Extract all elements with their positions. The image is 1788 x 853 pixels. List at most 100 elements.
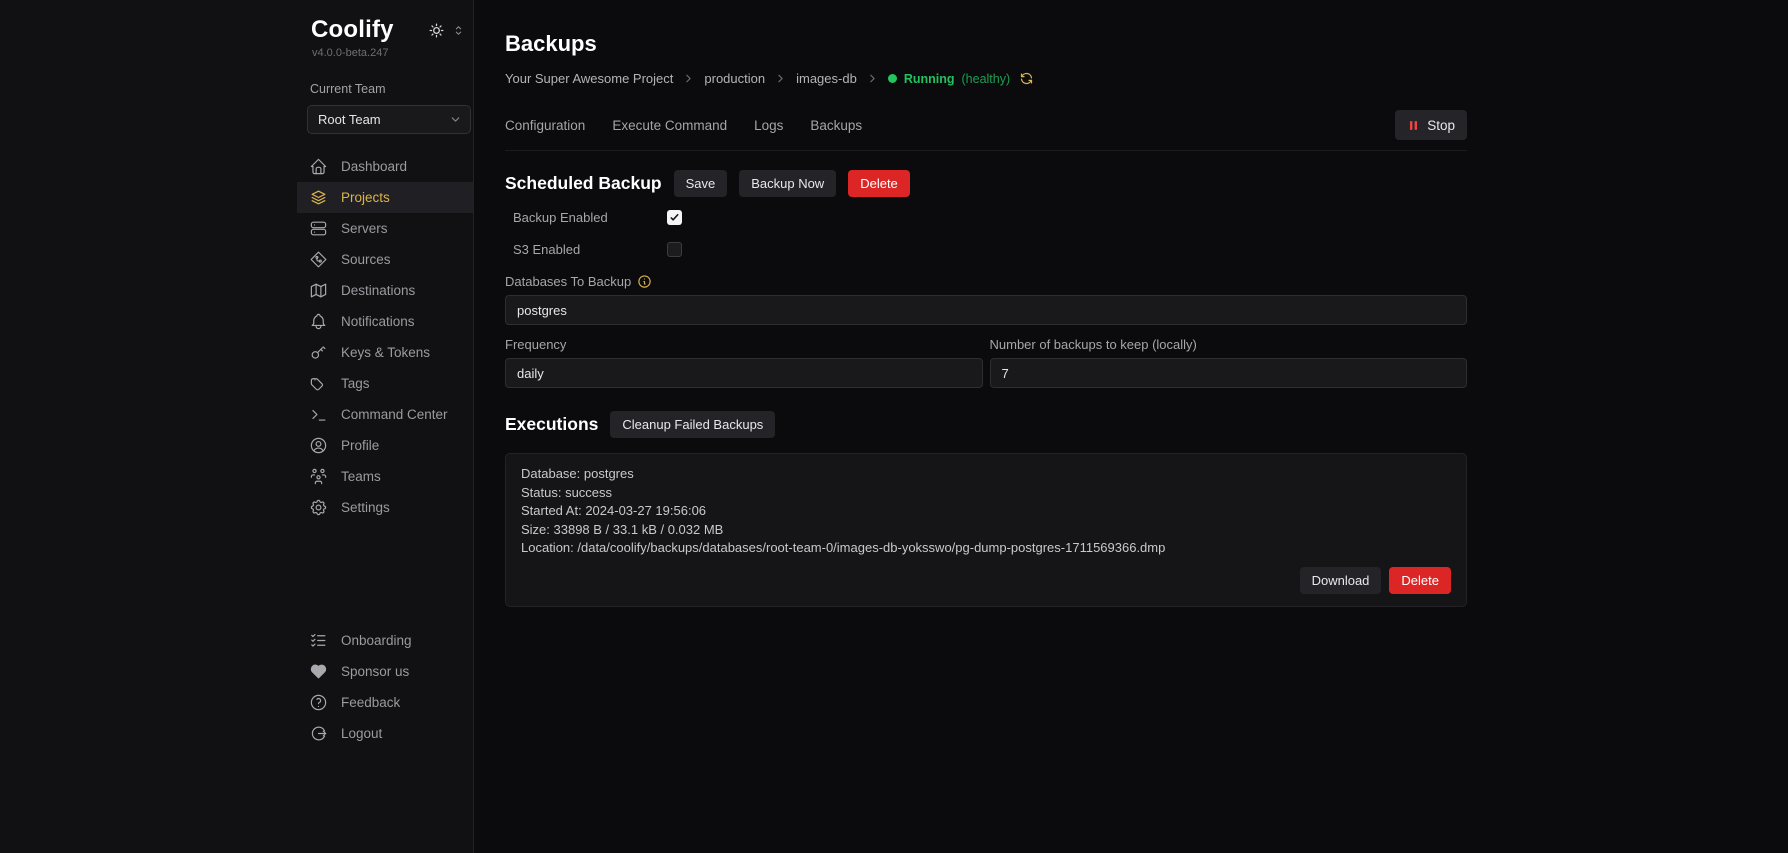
theme-selector-icon[interactable] [452,24,465,37]
sidebar-item-label: Projects [341,190,390,205]
sidebar-item-label: Logout [341,726,383,741]
sidebar-item-sources[interactable]: Sources [297,244,473,275]
sidebar-item-label: Feedback [341,695,401,710]
sidebar-item-label: Command Center [341,407,448,422]
sidebar-item-label: Sources [341,252,391,267]
check-icon [670,213,679,221]
sidebar-item-command-center[interactable]: Command Center [297,399,473,430]
backup-enabled-row: Backup Enabled [505,205,1467,229]
current-team-label: Current Team [310,82,386,96]
s3-enabled-label: S3 Enabled [513,241,581,257]
save-button[interactable]: Save [673,170,728,198]
status-dot [887,74,897,84]
execution-location: Location: /data/coolify/backups/database… [521,540,1166,556]
chevron-right-icon [686,75,692,83]
tab-backups[interactable]: Backups [810,118,862,133]
key-icon [311,346,326,359]
sidebar-footer-nav: Onboarding Sponsor us Feedback Logout [297,625,473,749]
sidebar-item-label: Onboarding [341,633,412,648]
backup-now-button[interactable]: Backup Now [739,170,837,198]
home-icon [310,158,327,175]
info-icon[interactable] [637,274,652,289]
cleanup-failed-backups-button[interactable]: Cleanup Failed Backups [610,411,776,439]
sidebar-item-label: Dashboard [341,159,408,174]
tab-execute-command[interactable]: Execute Command [612,118,727,133]
users-group-icon [310,468,327,485]
backups-to-keep-input[interactable] [989,358,1467,389]
breadcrumb-environment[interactable]: production [704,71,765,86]
sidebar-item-label: Destinations [341,283,416,298]
tab-configuration[interactable]: Configuration [505,118,585,133]
databases-to-backup-input[interactable] [505,295,1467,326]
logout-icon [311,726,327,741]
backup-enabled-checkbox[interactable] [667,209,682,225]
app-logo: Coolify [311,16,394,43]
stop-button-label: Stop [1427,117,1455,133]
execution-started-at: Started At: 2024-03-27 19:56:06 [521,503,707,519]
frequency-input[interactable] [505,358,983,389]
frequency-label: Frequency [505,337,567,353]
databases-to-backup-row: Databases To Backup [505,274,1467,289]
sidebar-item-label: Notifications [341,314,415,329]
sidebar-item-keys-tokens[interactable]: Keys & Tokens [297,337,473,368]
scheduled-backup-title: Scheduled Backup [505,173,662,194]
sidebar-item-onboarding[interactable]: Onboarding [297,625,473,656]
terminal-icon [312,409,326,421]
sidebar-item-feedback[interactable]: Feedback [297,687,473,718]
main-area: Backups Your Super Awesome Project produ… [474,0,1788,853]
resource-tabs: Configuration Execute Command Logs Backu… [505,110,1467,152]
status-badge: Running (healthy) [887,71,1011,86]
refresh-icon[interactable] [1019,71,1034,86]
chevron-right-icon [778,75,783,83]
sidebar-item-label: Settings [341,500,390,515]
sidebar-item-label: Servers [341,221,388,236]
server-icon [310,221,327,236]
checklist-icon [311,633,326,647]
tab-logs[interactable]: Logs [754,118,783,133]
sidebar-item-sponsor[interactable]: Sponsor us [297,656,473,687]
status-label: Running [903,71,955,86]
backups-to-keep-label: Number of backups to keep (locally) [989,337,1197,353]
execution-status: Status: success [521,484,613,500]
status-health: (healthy) [961,71,1011,86]
databases-to-backup-label: Databases To Backup [505,274,632,290]
team-select-value: Root Team [318,112,381,127]
app-version: v4.0.0-beta.247 [312,47,389,59]
download-button[interactable]: Download [1299,566,1382,594]
sidebar-item-profile[interactable]: Profile [297,430,473,461]
sun-icon[interactable] [428,22,445,39]
sidebar-item-label: Sponsor us [341,664,410,679]
sidebar-item-teams[interactable]: Teams [297,461,473,492]
delete-execution-button[interactable]: Delete [1389,566,1451,594]
sidebar-item-settings[interactable]: Settings [297,492,473,523]
sidebar-item-tags[interactable]: Tags [297,368,473,399]
bell-icon [311,313,326,330]
layers-icon [311,190,326,205]
stop-button[interactable]: Stop [1395,110,1467,141]
sidebar-item-label: Keys & Tokens [341,345,431,360]
execution-size: Size: 33898 B / 33.1 kB / 0.032 MB [521,521,724,537]
sidebar-item-servers[interactable]: Servers [297,213,473,244]
delete-schedule-button[interactable]: Delete [848,170,910,198]
sidebar-item-label: Teams [341,469,381,484]
s3-enabled-row: S3 Enabled [505,237,1467,261]
sidebar-item-destinations[interactable]: Destinations [297,275,473,306]
breadcrumb-project[interactable]: Your Super Awesome Project [505,71,673,86]
sidebar-item-projects[interactable]: Projects [297,182,473,213]
heart-icon [310,664,327,679]
executions-header: Executions Cleanup Failed Backups [505,411,1467,439]
git-source-icon [310,251,327,268]
sidebar-item-label: Tags [341,376,370,391]
sidebar-item-label: Profile [341,438,380,453]
pause-icon [1410,121,1418,130]
s3-enabled-checkbox[interactable] [667,241,682,257]
sidebar-item-notifications[interactable]: Notifications [297,306,473,337]
gear-icon [310,499,327,516]
user-circle-icon [310,437,327,454]
breadcrumb-resource[interactable]: images-db [796,71,857,86]
backup-enabled-label: Backup Enabled [513,209,608,225]
team-select[interactable]: Root Team [307,105,471,134]
sidebar-item-logout[interactable]: Logout [297,718,473,749]
sidebar-item-dashboard[interactable]: Dashboard [297,151,473,182]
map-icon [310,283,327,298]
